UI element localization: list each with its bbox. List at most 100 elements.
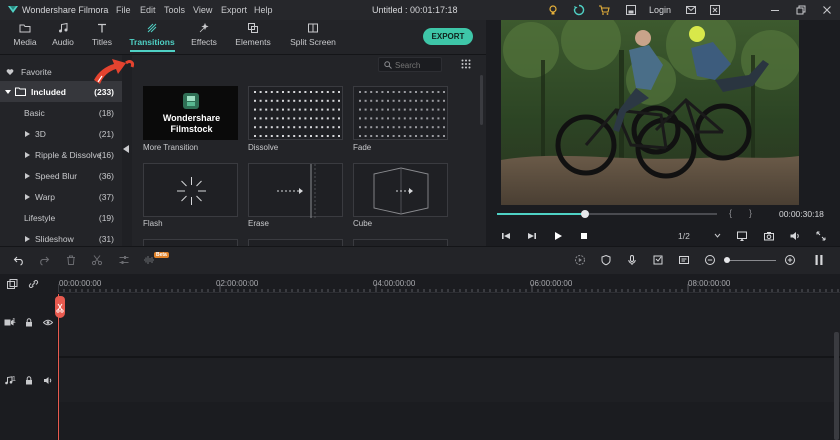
render-preview-icon[interactable]	[574, 254, 586, 266]
zoom-slider-track[interactable]	[726, 260, 776, 261]
category-ripple-dissolve[interactable]: Ripple & Dissolve (16)	[0, 144, 122, 165]
transition-thumbnail-next[interactable]	[248, 239, 343, 246]
cart-icon[interactable]	[598, 4, 610, 16]
volume-icon[interactable]	[789, 230, 801, 242]
transition-thumbnail-cube[interactable]	[353, 163, 448, 217]
minimize-icon[interactable]	[769, 4, 781, 16]
category-slideshow[interactable]: Slideshow (31)	[0, 228, 122, 246]
video-frame-image	[501, 20, 799, 205]
hand-pointer-icon	[94, 59, 134, 84]
lock-icon[interactable]	[24, 376, 34, 385]
step-forward-icon[interactable]	[526, 230, 538, 242]
category-warp[interactable]: Warp (37)	[0, 186, 122, 207]
category-count: (36)	[98, 171, 114, 181]
collapse-sidebar-icon[interactable]	[123, 145, 129, 153]
category-included-label: Included	[31, 87, 66, 97]
voiceover-clip-icon[interactable]	[652, 254, 664, 266]
adjust-sliders-icon[interactable]	[118, 254, 130, 266]
flash-burst-icon	[177, 177, 206, 205]
preview-quality-select[interactable]: 1/2	[678, 231, 690, 241]
ruler-time-label: 04:00:00:00	[373, 279, 416, 288]
lightbulb-icon[interactable]	[547, 4, 559, 16]
filmstock-thumbnail[interactable]: Wondershare Filmstock	[143, 86, 238, 140]
search-input[interactable]	[395, 59, 441, 71]
stop-icon[interactable]	[578, 230, 590, 242]
cube-shape-icon	[373, 167, 429, 215]
category-lifestyle[interactable]: Lifestyle (19)	[0, 207, 122, 228]
transition-thumbnail-flash[interactable]	[143, 163, 238, 217]
tab-effects-label: Effects	[191, 37, 217, 47]
cut-scissors-icon[interactable]	[91, 254, 103, 266]
mark-in-button[interactable]: {	[729, 208, 732, 218]
link-icon[interactable]	[28, 279, 39, 289]
play-icon[interactable]	[552, 230, 564, 242]
playback-progress-handle[interactable]	[581, 210, 589, 218]
export-button[interactable]: EXPORT	[423, 28, 473, 45]
zoom-slider-handle[interactable]	[724, 257, 730, 263]
fullscreen-icon[interactable]	[815, 230, 827, 242]
add-track-icon[interactable]	[7, 279, 18, 289]
close-project-icon[interactable]	[709, 4, 721, 16]
zoom-in-icon[interactable]	[784, 254, 796, 266]
tab-transitions[interactable]: Transitions	[127, 22, 177, 47]
close-window-icon[interactable]	[821, 4, 833, 16]
library-scrollbar[interactable]	[480, 75, 483, 125]
category-3d[interactable]: 3D (21)	[0, 123, 122, 144]
subtitle-icon[interactable]	[678, 254, 690, 266]
menu-help[interactable]: Help	[254, 5, 273, 15]
sync-icon[interactable]	[573, 4, 585, 16]
pause-panel-icon[interactable]	[813, 254, 825, 266]
display-settings-icon[interactable]	[736, 230, 748, 242]
tab-titles[interactable]: Titles	[77, 22, 127, 47]
tab-split-screen[interactable]: Split Screen	[284, 22, 342, 47]
menu-file[interactable]: File	[116, 5, 131, 15]
tab-elements[interactable]: Elements	[228, 22, 278, 47]
save-project-icon[interactable]	[625, 4, 637, 16]
category-label: Warp	[35, 192, 55, 202]
split-screen-icon	[308, 23, 318, 33]
transition-thumbnail-fade[interactable]	[353, 86, 448, 140]
transition-thumbnail-dissolve[interactable]	[248, 86, 343, 140]
login-link[interactable]: Login	[649, 5, 671, 15]
ruler-time-label: 06:00:00:00	[530, 279, 573, 288]
delete-icon[interactable]	[65, 254, 77, 266]
chevron-down-icon[interactable]	[714, 233, 721, 239]
transition-thumbnail-next[interactable]	[143, 239, 238, 246]
caret-down-icon	[5, 90, 11, 94]
restore-icon[interactable]	[795, 4, 807, 16]
menu-edit[interactable]: Edit	[140, 5, 156, 15]
timeline-scrollbar[interactable]	[834, 332, 839, 440]
menu-tools[interactable]: Tools	[164, 5, 185, 15]
video-track[interactable]	[0, 294, 840, 356]
mark-out-button[interactable]: }	[749, 208, 752, 218]
playhead-handle[interactable]	[55, 296, 65, 318]
marker-shield-icon[interactable]	[600, 254, 612, 266]
transition-thumbnail-next[interactable]	[353, 239, 448, 246]
search-box[interactable]	[378, 57, 442, 72]
heart-icon	[6, 69, 14, 75]
category-speed-blur[interactable]: Speed Blur (36)	[0, 165, 122, 186]
menu-export[interactable]: Export	[221, 5, 247, 15]
tab-effects[interactable]: Effects	[179, 22, 229, 47]
audio-track[interactable]	[0, 358, 840, 402]
undo-icon[interactable]	[13, 254, 25, 266]
skip-back-icon[interactable]	[500, 230, 512, 242]
redo-icon[interactable]	[38, 254, 50, 266]
eye-icon[interactable]	[43, 318, 53, 327]
video-preview	[501, 20, 799, 205]
app-name: Wondershare Filmora	[22, 5, 109, 15]
speaker-icon[interactable]	[43, 376, 53, 385]
menu-view[interactable]: View	[193, 5, 212, 15]
snapshot-camera-icon[interactable]	[763, 230, 775, 242]
transition-thumbnail-erase[interactable]	[248, 163, 343, 218]
category-count: (16)	[98, 150, 114, 160]
category-basic[interactable]: Basic (18)	[0, 102, 122, 123]
lock-icon[interactable]	[24, 318, 34, 327]
grid-view-icon[interactable]	[461, 59, 471, 69]
category-count: (31)	[98, 234, 114, 244]
category-label: Speed Blur	[35, 171, 78, 181]
filmstock-logo-icon	[183, 93, 199, 109]
microphone-icon[interactable]	[626, 254, 638, 266]
zoom-out-icon[interactable]	[704, 254, 716, 266]
message-icon[interactable]	[685, 4, 697, 16]
